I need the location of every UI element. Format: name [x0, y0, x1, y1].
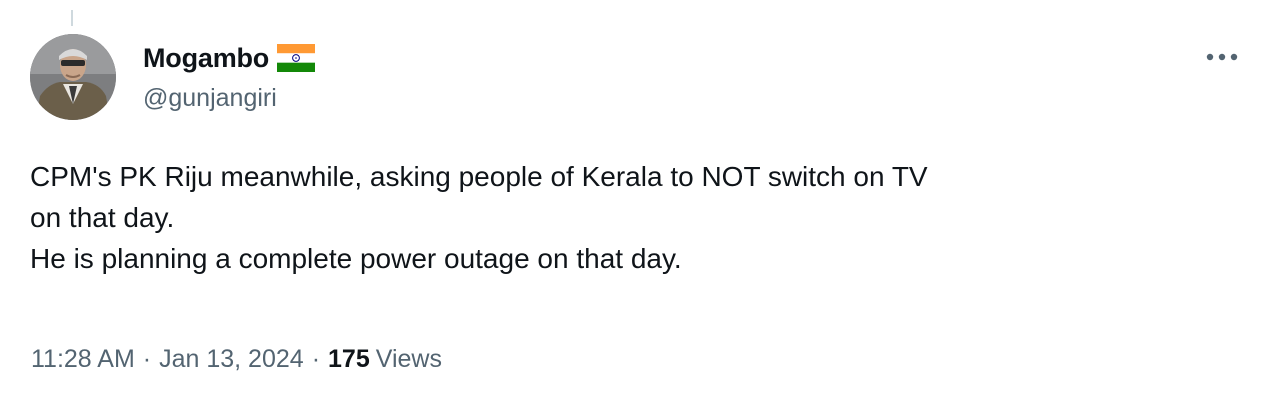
tweet-text-line: on that day.	[30, 202, 175, 233]
avatar-image	[30, 34, 116, 120]
name-row: Mogambo	[143, 40, 316, 76]
tweet-text-line: He is planning a complete power outage o…	[30, 243, 682, 274]
more-dots-icon	[1206, 53, 1238, 61]
tweet-date[interactable]: Jan 13, 2024	[159, 345, 304, 374]
tweet-text-line: CPM's PK Riju meanwhile, asking people o…	[30, 161, 928, 192]
user-handle[interactable]: @gunjangiri	[143, 84, 315, 113]
more-options-button[interactable]	[1200, 40, 1244, 74]
separator-dot: ·	[142, 345, 152, 373]
tweet-metadata: 11:28 AM · Jan 13, 2024 · 175 Views	[31, 345, 442, 374]
thread-connector-line	[71, 10, 73, 26]
tweet-time[interactable]: 11:28 AM	[31, 345, 135, 374]
views-count: 175	[328, 345, 370, 373]
tweet-text: CPM's PK Riju meanwhile, asking people o…	[30, 156, 1250, 279]
tweet-header: Mogambo @gunjangiri	[143, 40, 316, 113]
separator-dot: ·	[311, 345, 321, 373]
views-label: Views	[375, 345, 442, 373]
india-flag-icon	[277, 44, 316, 72]
display-name[interactable]: Mogambo	[143, 43, 269, 74]
avatar[interactable]	[30, 34, 116, 120]
